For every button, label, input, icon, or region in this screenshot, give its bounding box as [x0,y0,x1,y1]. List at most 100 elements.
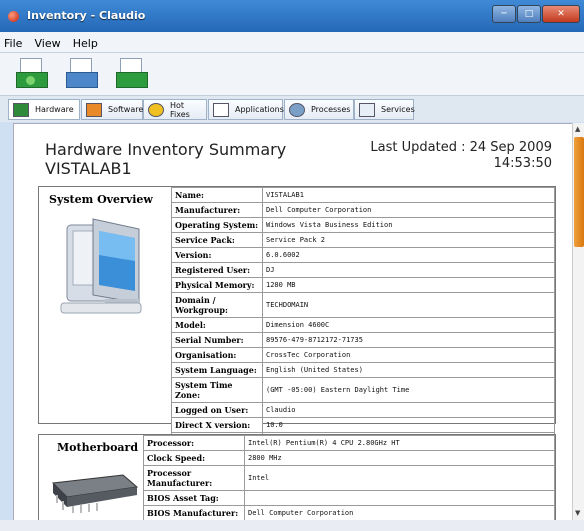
processes-icon [289,102,305,117]
tab-label: Applications [235,105,284,114]
print-button[interactable] [64,56,98,92]
field-value: Windows Vista Business Edition [262,217,555,233]
menu-file[interactable]: File [0,34,25,50]
field-value: Claudio [262,402,555,418]
tab-hardware[interactable]: Hardware [8,99,80,120]
tab-software[interactable]: Software [81,99,143,120]
hot-fixes-icon [148,102,164,117]
field-value: Dell Computer Corporation [262,202,555,218]
field-label: Registered User: [171,262,263,278]
system-overview-section: System Overview Name: VISTALAB1 Manufactur… [38,186,556,448]
field-value: 10.0 [262,417,555,433]
field-value: VISTALAB1 [262,187,555,203]
field-value: Intel(R) Pentium(R) 4 CPU 2.80GHz HT [244,435,555,451]
refresh-inventory-button[interactable] [14,56,48,92]
tab-services[interactable]: Services [354,99,415,120]
scroll-thumb[interactable] [574,137,584,247]
table-row: Manufacturer: Dell Computer Corporation [171,202,555,218]
table-row: Serial Number: 89576-479-8712172-71735 [171,332,555,348]
table-row: Operating System: Windows Vista Business … [171,217,555,233]
field-label: Physical Memory: [171,277,263,293]
applications-icon [213,102,229,117]
vertical-scrollbar[interactable]: ▲ ▼ [572,123,584,521]
minimize-icon: ─ [501,9,507,19]
table-row: Service Pack: Service Pack 2 [171,232,555,248]
title-bar[interactable]: Inventory - Claudio ─ □ ✕ [0,0,584,32]
export-button[interactable] [114,56,148,92]
tab-hot-fixes[interactable]: Hot Fixes [143,99,207,120]
window-title: Inventory - Claudio [27,9,146,22]
last-updated-time: 14:53:50 [493,156,552,171]
table-row: Clock Speed: 2800 MHz [143,450,555,466]
menu-view[interactable]: View [31,34,64,50]
motherboard-section: Motherboard Processor: Intel(R) Pentium(R… [38,434,556,522]
last-updated: Last Updated : 24 Sep 2009 14:53:50 [370,140,552,172]
field-label: Operating System: [171,217,263,233]
table-row: BIOS Manufacturer: Dell Computer Corporat… [143,505,555,521]
field-label: Name: [171,187,263,203]
app-window: Inventory - Claudio ─ □ ✕ File View Help… [0,0,584,531]
field-value: Dimension 4600C [262,317,555,333]
tab-label: Hardware [35,105,74,114]
table-row: Model: Dimension 4600C [171,317,555,333]
field-label: Domain / Workgroup: [171,292,263,318]
table-row: Organisation: CrossTec Corporation [171,347,555,363]
report-title: Hardware Inventory Summary VISTALAB1 [45,140,286,178]
tab-applications[interactable]: Applications [208,99,284,120]
toolbar [0,53,584,96]
field-label: Model: [171,317,263,333]
field-value: CrossTec Corporation [262,347,555,363]
printer-icon [66,72,98,88]
field-label: BIOS Manufacturer: [143,505,245,521]
last-updated-date: Last Updated : 24 Sep 2009 [370,140,552,155]
table-row: Processor: Intel(R) Pentium(R) 4 CPU 2.80… [143,435,555,451]
tab-processes[interactable]: Processes [284,99,354,120]
field-label: System Time Zone: [171,377,263,403]
field-label: Version: [171,247,263,263]
maximize-button[interactable]: □ [517,5,541,23]
scroll-up-icon[interactable]: ▲ [575,125,583,133]
table-row: System Time Zone: (GMT -05:00) Eastern Da… [171,377,555,403]
field-label: Direct X version: [171,417,263,433]
field-label: Processor Manufacturer: [143,465,245,491]
tab-label: Processes [311,105,351,114]
field-value: 1280 MB [262,277,555,293]
report-view: Hardware Inventory Summary VISTALAB1 Las… [13,123,573,523]
tab-label: Services [381,105,415,114]
field-value: 89576-479-8712172-71735 [262,332,555,348]
maximize-icon: □ [524,9,534,19]
field-label: Manufacturer: [171,202,263,218]
table-row: Name: VISTALAB1 [171,187,555,203]
field-value: TECHDOMAIN [262,292,555,318]
chip-icon [51,474,139,513]
field-label: Clock Speed: [143,450,245,466]
table-row: BIOS Asset Tag: [143,490,555,506]
field-value: DJ [262,262,555,278]
table-row: Direct X version: 10.0 [171,417,555,433]
export-icon [116,72,148,88]
field-value: (GMT -05:00) Eastern Daylight Time [262,377,555,403]
field-value: Service Pack 2 [262,232,555,248]
tab-label: Hot Fixes [170,100,190,119]
field-value [244,490,555,506]
field-label: Logged on User: [171,402,263,418]
system-overview-table: Name: VISTALAB1 Manufacturer: Dell Computer… [171,187,555,448]
report-title-line: Hardware Inventory Summary [45,140,287,159]
tab-label: Software [108,105,144,114]
scroll-down-icon[interactable]: ▼ [575,509,583,517]
services-icon [359,102,375,117]
field-value: Dell Computer Corporation [244,505,555,521]
table-row: Domain / Workgroup: TECHDOMAIN [171,292,555,318]
field-label: Service Pack: [171,232,263,248]
computer-icon [60,218,142,314]
minimize-button[interactable]: ─ [492,5,516,23]
field-value: 6.0.6002 [262,247,555,263]
table-row: Logged on User: Claudio [171,402,555,418]
refresh-arrow-icon [26,76,35,85]
table-row: Registered User: DJ [171,262,555,278]
close-button[interactable]: ✕ [542,5,580,23]
hardware-icon [13,102,29,117]
menu-help[interactable]: Help [69,34,101,50]
report-machine-name: VISTALAB1 [45,159,132,178]
field-value: English (United States) [262,362,555,378]
